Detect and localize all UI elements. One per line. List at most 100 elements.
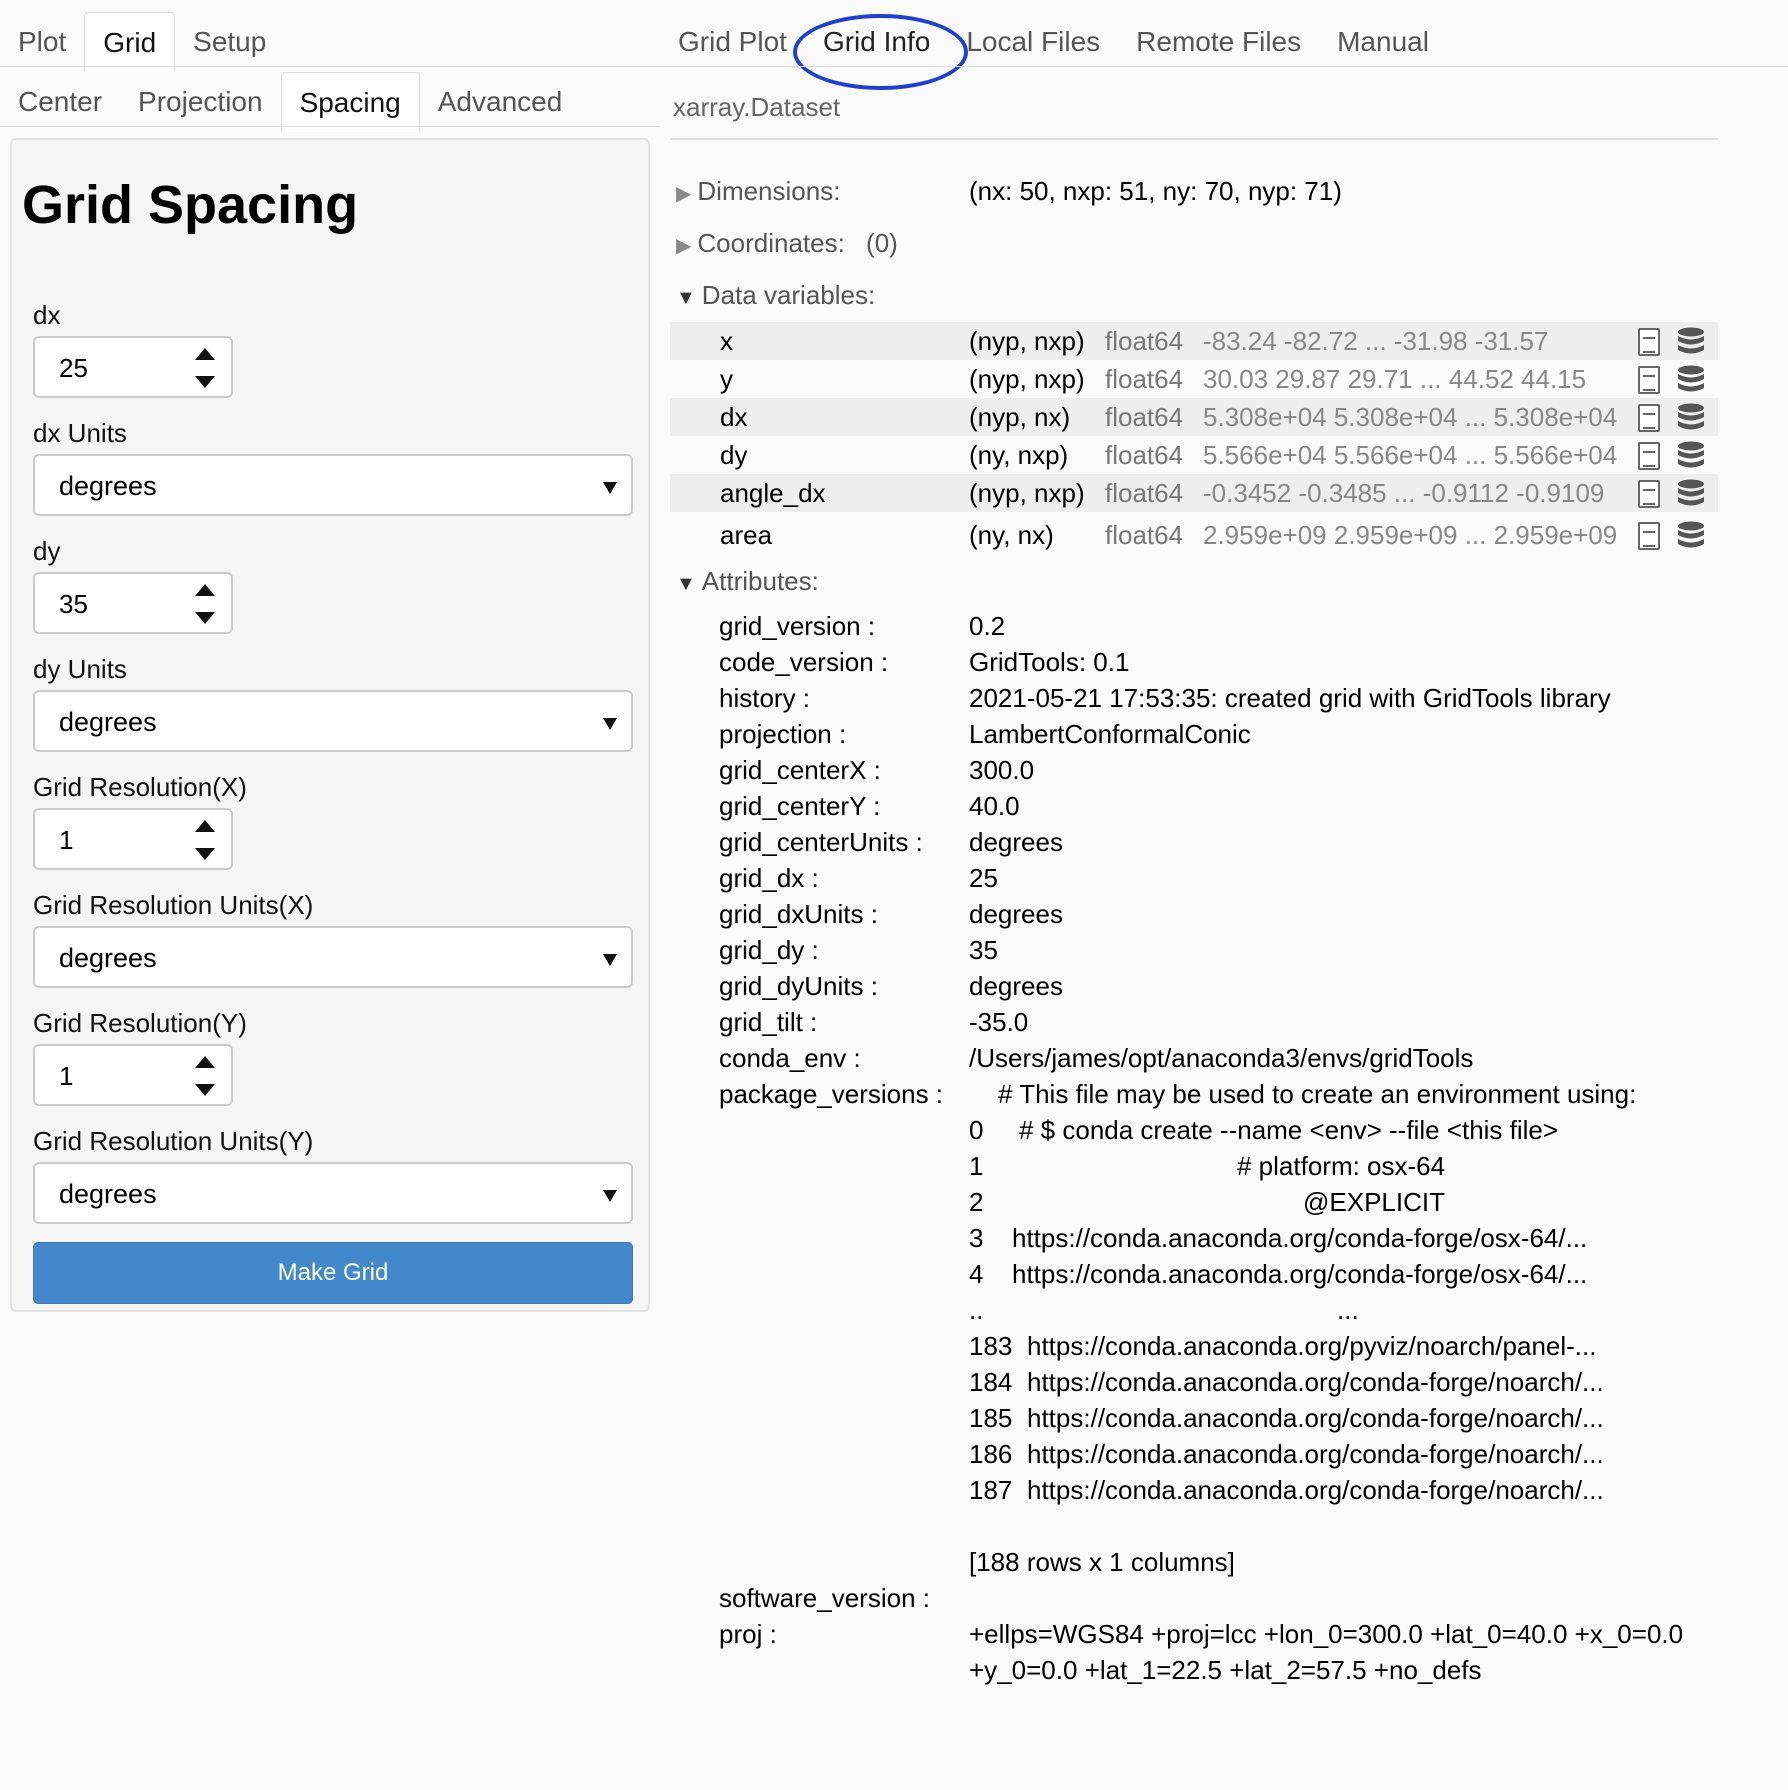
make-grid-button[interactable]: Make Grid bbox=[33, 1242, 633, 1304]
package-index: 0 bbox=[969, 1115, 984, 1145]
attribute-key: projection : bbox=[719, 719, 847, 749]
variable-row[interactable]: dx (nyp, nx) float64 5.308e+04 5.308e+04… bbox=[670, 398, 1718, 436]
attribute-key: grid_dyUnits : bbox=[719, 971, 878, 1001]
package-index: 186 bbox=[969, 1439, 1013, 1469]
resolution-units-y-select[interactable]: degrees bbox=[33, 1162, 633, 1224]
variable-name: x bbox=[720, 326, 733, 356]
doc-icon[interactable] bbox=[1638, 328, 1660, 356]
attribute-key: grid_dxUnits : bbox=[719, 899, 878, 929]
data-variables-section-toggle[interactable]: ▼ Data variables: bbox=[676, 280, 875, 311]
attributes-section-toggle[interactable]: ▼ Attributes: bbox=[676, 566, 819, 597]
database-icon[interactable] bbox=[1676, 520, 1706, 550]
attribute-value: 2021-05-21 17:53:35: created grid with G… bbox=[969, 683, 1611, 713]
variable-row[interactable]: x (nyp, nxp) float64 -83.24 -82.72 ... -… bbox=[670, 322, 1718, 360]
attribute-key: conda_env : bbox=[719, 1043, 861, 1073]
resolution-y-value: 1 bbox=[59, 1061, 74, 1091]
dy-label: dy bbox=[33, 536, 61, 566]
divider bbox=[670, 138, 1718, 140]
attribute-value: GridTools: 0.1 bbox=[969, 647, 1130, 677]
variable-preview: -83.24 -82.72 ... -31.98 -31.57 bbox=[1203, 326, 1549, 356]
tab-projection[interactable]: Projection bbox=[120, 72, 281, 132]
tab-grid-plot[interactable]: Grid Plot bbox=[660, 12, 805, 72]
data-variables-label: Data variables: bbox=[701, 280, 876, 310]
package-index: 1 bbox=[969, 1151, 984, 1181]
variable-row[interactable]: area (ny, nx) float64 2.959e+09 2.959e+0… bbox=[670, 516, 1718, 554]
attribute-value: 0.2 bbox=[969, 611, 1006, 641]
tab-center[interactable]: Center bbox=[0, 72, 120, 132]
attribute-value: degrees bbox=[969, 971, 1063, 1001]
chevron-down-icon bbox=[603, 1190, 617, 1202]
increment-icon[interactable] bbox=[195, 1056, 215, 1068]
variable-preview: 5.566e+04 5.566e+04 ... 5.566e+04 bbox=[1203, 440, 1618, 470]
increment-icon[interactable] bbox=[195, 584, 215, 596]
variable-row[interactable]: y (nyp, nxp) float64 30.03 29.87 29.71 .… bbox=[670, 360, 1718, 398]
package-text: https://conda.anaconda.org/conda-forge/o… bbox=[1012, 1223, 1588, 1253]
coordinates-section-toggle[interactable]: ▶ Coordinates: (0) bbox=[676, 228, 898, 259]
attribute-value: 25 bbox=[969, 863, 998, 893]
variable-dims: (nyp, nxp) bbox=[969, 478, 1085, 508]
tab-spacing[interactable]: Spacing bbox=[280, 72, 420, 132]
variable-dtype: float64 bbox=[1105, 402, 1184, 432]
resolution-units-x-label: Grid Resolution Units(X) bbox=[33, 890, 314, 920]
doc-icon[interactable] bbox=[1638, 366, 1660, 394]
attribute-key: grid_version : bbox=[719, 611, 876, 641]
package-index: 2 bbox=[969, 1187, 984, 1217]
tab-remote-files[interactable]: Remote Files bbox=[1118, 12, 1319, 72]
database-icon[interactable] bbox=[1676, 440, 1706, 470]
package-text: https://conda.anaconda.org/pyviz/noarch/… bbox=[1027, 1331, 1597, 1361]
doc-icon[interactable] bbox=[1638, 522, 1660, 550]
dx-input[interactable]: 25 bbox=[33, 336, 233, 398]
package-text: https://conda.anaconda.org/conda-forge/n… bbox=[1027, 1367, 1604, 1397]
attribute-value: -35.0 bbox=[969, 1007, 1029, 1037]
variable-dims: (nyp, nx) bbox=[969, 402, 1071, 432]
doc-icon[interactable] bbox=[1638, 404, 1660, 432]
variable-preview: 30.03 29.87 29.71 ... 44.52 44.15 bbox=[1203, 364, 1587, 394]
variable-dtype: float64 bbox=[1105, 326, 1184, 356]
attribute-key: software_version : bbox=[719, 1583, 930, 1613]
tab-setup[interactable]: Setup bbox=[175, 12, 284, 72]
tab-advanced[interactable]: Advanced bbox=[420, 72, 581, 132]
variable-row[interactable]: dy (ny, nxp) float64 5.566e+04 5.566e+04… bbox=[670, 436, 1718, 474]
tab-grid-info[interactable]: Grid Info bbox=[792, 12, 969, 90]
attribute-value: degrees bbox=[969, 899, 1063, 929]
database-icon[interactable] bbox=[1676, 478, 1706, 508]
sub-tab-bar: Center Projection Spacing Advanced bbox=[0, 66, 580, 132]
database-icon[interactable] bbox=[1676, 402, 1706, 432]
resolution-y-label: Grid Resolution(Y) bbox=[33, 1008, 247, 1038]
resolution-x-input[interactable]: 1 bbox=[33, 808, 233, 870]
variable-dims: (ny, nxp) bbox=[969, 440, 1069, 470]
dy-input[interactable]: 35 bbox=[33, 572, 233, 634]
package-text: # $ conda create --name <env> --file <th… bbox=[1019, 1115, 1559, 1145]
increment-icon[interactable] bbox=[195, 820, 215, 832]
doc-icon[interactable] bbox=[1638, 442, 1660, 470]
resolution-units-y-value: degrees bbox=[59, 1179, 157, 1209]
increment-icon[interactable] bbox=[195, 348, 215, 360]
tab-plot[interactable]: Plot bbox=[0, 12, 84, 72]
decrement-icon[interactable] bbox=[195, 1084, 215, 1096]
dimensions-label: Dimensions: bbox=[697, 176, 841, 206]
package-index: 184 bbox=[969, 1367, 1013, 1397]
dx-units-select[interactable]: degrees bbox=[33, 454, 633, 516]
tab-local-files[interactable]: Local Files bbox=[948, 12, 1118, 72]
decrement-icon[interactable] bbox=[195, 848, 215, 860]
variable-name: dy bbox=[720, 440, 748, 470]
package-index: 4 bbox=[969, 1259, 984, 1289]
resolution-units-x-value: degrees bbox=[59, 943, 157, 973]
decrement-icon[interactable] bbox=[195, 612, 215, 624]
grid-spacing-panel: Grid Spacing dx 25 dx Units degrees dy 3… bbox=[10, 138, 650, 1312]
dimensions-section-toggle[interactable]: ▶ Dimensions: bbox=[676, 176, 840, 207]
doc-icon[interactable] bbox=[1638, 480, 1660, 508]
resolution-y-input[interactable]: 1 bbox=[33, 1044, 233, 1106]
variable-row[interactable]: angle_dx (nyp, nxp) float64 -0.3452 -0.3… bbox=[670, 474, 1718, 512]
attribute-key: grid_centerY : bbox=[719, 791, 881, 821]
decrement-icon[interactable] bbox=[195, 376, 215, 388]
database-icon[interactable] bbox=[1676, 364, 1706, 394]
database-icon[interactable] bbox=[1676, 326, 1706, 356]
package-versions-header: # This file may be used to create an env… bbox=[998, 1079, 1637, 1109]
top-tab-bar: Plot Grid Setup bbox=[0, 6, 284, 72]
tab-grid[interactable]: Grid bbox=[84, 12, 176, 72]
resolution-units-x-select[interactable]: degrees bbox=[33, 926, 633, 988]
dy-units-select[interactable]: degrees bbox=[33, 690, 633, 752]
tab-manual[interactable]: Manual bbox=[1319, 12, 1447, 72]
proj-value-line: +ellps=WGS84 +proj=lcc +lon_0=300.0 +lat… bbox=[969, 1619, 1684, 1649]
